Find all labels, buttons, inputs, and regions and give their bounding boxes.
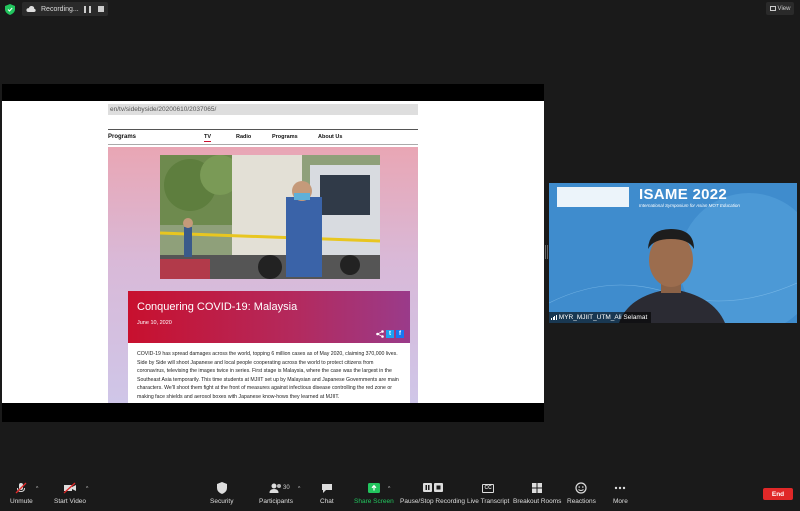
view-button[interactable]: View (766, 2, 794, 15)
share-icon[interactable] (376, 330, 384, 338)
live-transcript-label: Live Transcript (467, 498, 510, 505)
participant-name-label: MYR_MJIIT_UTM_Ali Selamat (549, 312, 652, 323)
site-brand[interactable]: Programs (108, 134, 136, 140)
article-body: COVID-19 has spread damages across the w… (128, 343, 410, 403)
zoom-meeting-window: Recording... View en/tv/sidebyside/20200… (0, 0, 800, 511)
breakout-rooms-label: Breakout Rooms (513, 498, 562, 505)
more-label: More (613, 498, 628, 505)
pause-stop-recording-icon (422, 483, 443, 492)
recording-label: Recording... (41, 5, 79, 13)
nav-tab-radio[interactable]: Radio (236, 134, 251, 140)
gallery-view-icon (769, 6, 776, 11)
nav-tab-about-us[interactable]: About Us (318, 134, 342, 140)
share-screen-icon (367, 483, 380, 493)
pause-stop-recording-button[interactable]: Pause/Stop Recording (400, 482, 465, 505)
chat-label: Chat (320, 498, 334, 505)
chat-button[interactable]: Chat (320, 482, 334, 505)
start-video-button[interactable]: Start Video (54, 482, 86, 505)
participant-name: MYR_MJIIT_UTM_Ali Selamat (558, 314, 648, 321)
background-event-title: ISAME 2022 (639, 186, 728, 203)
closed-caption-icon: CC (482, 483, 495, 493)
share-options-caret[interactable]: ^ (388, 486, 390, 492)
social-share-buttons: t f (376, 330, 404, 338)
nav-tab-programs[interactable]: Programs (272, 134, 298, 140)
article-date: June 10, 2020 (137, 320, 172, 326)
shared-screen: en/tv/sidebyside/20200610/2037065/ Progr… (2, 84, 544, 422)
participants-options-caret[interactable]: ^ (298, 486, 300, 492)
more-button[interactable]: More (613, 482, 628, 505)
security-button[interactable]: Security (210, 482, 233, 505)
reactions-label: Reactions (567, 498, 596, 505)
recording-indicator: Recording... (22, 2, 108, 16)
shared-webpage: en/tv/sidebyside/20200610/2037065/ Progr… (2, 101, 544, 403)
video-options-caret[interactable]: ^ (86, 486, 88, 492)
browser-url-bar[interactable]: en/tv/sidebyside/20200610/2037065/ (108, 104, 418, 115)
signal-strength-icon (551, 315, 557, 320)
article-title-banner: Conquering COVID-19: Malaysia June 10, 2… (128, 291, 410, 343)
stop-recording-icon[interactable] (98, 6, 104, 12)
participant-video-tile[interactable]: ISAME 2022 International Symposium for A… (549, 183, 797, 323)
article-title: Conquering COVID-19: Malaysia (137, 301, 298, 313)
share-screen-label: Share Screen (354, 498, 394, 505)
reactions-button[interactable]: Reactions (567, 482, 596, 505)
unmute-button[interactable]: Unmute (10, 482, 33, 505)
article-hero: Conquering COVID-19: Malaysia June 10, 2… (108, 147, 418, 403)
pause-recording-icon[interactable] (84, 5, 91, 13)
security-label: Security (210, 498, 234, 505)
encryption-shield-icon[interactable] (5, 4, 15, 15)
twitter-icon[interactable]: t (386, 330, 394, 338)
article-photo (160, 155, 380, 279)
sponsor-logos (557, 187, 629, 207)
audio-options-caret[interactable]: ^ (36, 486, 38, 492)
site-navigation: Programs TV Radio Programs About Us (108, 129, 418, 145)
facebook-icon[interactable]: f (396, 330, 404, 338)
resize-handle[interactable] (545, 245, 548, 259)
muted-microphone-icon (15, 482, 27, 494)
participants-label: Participants (259, 498, 293, 505)
participants-count: 30 (283, 485, 290, 491)
start-video-label: Start Video (54, 498, 87, 505)
breakout-rooms-icon (532, 483, 543, 493)
reactions-smiley-icon (575, 482, 588, 494)
end-meeting-button[interactable]: End (763, 488, 793, 500)
pause-stop-recording-label: Pause/Stop Recording (400, 498, 466, 505)
participants-icon (269, 483, 281, 493)
meeting-toolbar: Unmute ^ Start Video ^ Security Particip… (0, 477, 800, 511)
breakout-rooms-button[interactable]: Breakout Rooms (513, 482, 561, 505)
video-off-icon (63, 482, 77, 494)
nav-tab-tv[interactable]: TV (204, 134, 212, 142)
live-transcript-button[interactable]: CC Live Transcript (467, 482, 509, 505)
unmute-label: Unmute (10, 498, 33, 505)
security-shield-icon (216, 482, 227, 494)
background-event-subtitle: International Symposium for Asian MOT Ed… (639, 203, 740, 208)
more-dots-icon (615, 486, 626, 490)
cloud-recording-icon (26, 5, 36, 12)
chat-bubble-icon (321, 484, 332, 493)
view-label: View (777, 5, 791, 12)
